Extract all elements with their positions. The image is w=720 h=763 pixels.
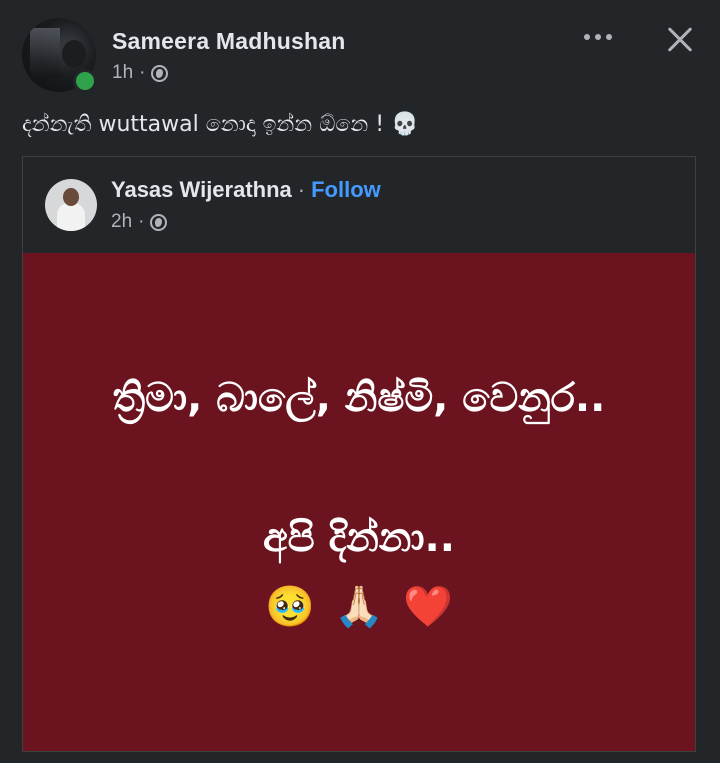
- meta-dot: ·: [139, 62, 146, 83]
- globe-icon[interactable]: [151, 64, 169, 82]
- more-options-button[interactable]: [578, 22, 618, 52]
- name-separator: ·: [297, 177, 306, 202]
- post-time[interactable]: 1h: [112, 62, 133, 84]
- post-caption: දන්නැති wuttawal නොදා ඉන්න ඕනෙ ! 💀: [22, 112, 418, 137]
- image-text-line-1: ත්‍රිමා, බාලේ, නිෂ්මි, වෙනුර..: [112, 375, 606, 421]
- shared-post-meta: 2h ·: [111, 211, 168, 233]
- author-name[interactable]: Sameera Madhushan: [112, 28, 345, 55]
- avatar-background: [30, 28, 60, 78]
- more-dots-icon: [606, 34, 612, 40]
- folded-hands-emoji: 🙏🏻: [334, 585, 384, 629]
- skull-emoji: 💀: [391, 112, 419, 137]
- avatar-shirt: [57, 203, 85, 231]
- post-header: Sameera Madhushan 1h ·: [0, 0, 720, 100]
- online-status-dot: [73, 69, 97, 93]
- shared-post-time[interactable]: 2h: [111, 211, 132, 233]
- image-emoji-row: 🥹 🙏🏻 ❤️: [23, 583, 695, 630]
- shared-post-card[interactable]: Yasas Wijerathna · Follow 2h · ත්‍රිමා, …: [22, 156, 696, 752]
- post-image[interactable]: ත්‍රිමා, බාලේ, නිෂ්මි, වෙනුර.. අපි දින්න…: [23, 253, 695, 751]
- image-text-line-2: අපි දින්නා..: [263, 515, 455, 561]
- shared-post-header: Yasas Wijerathna · Follow 2h ·: [23, 157, 695, 251]
- follow-button[interactable]: Follow: [311, 177, 381, 203]
- shared-name-row: Yasas Wijerathna · Follow: [111, 177, 381, 203]
- shared-author-avatar[interactable]: [45, 179, 97, 231]
- shared-author-name[interactable]: Yasas Wijerathna: [111, 177, 292, 203]
- pleading-face-emoji: 🥹: [265, 585, 315, 629]
- avatar-figure: [62, 40, 86, 68]
- globe-icon[interactable]: [150, 213, 168, 231]
- more-dots-icon: [584, 34, 590, 40]
- close-icon[interactable]: [660, 20, 700, 60]
- post-meta: 1h ·: [112, 62, 169, 84]
- avatar-face: [63, 188, 79, 206]
- caption-text: දන්නැති wuttawal නොදා ඉන්න ඕනෙ !: [22, 112, 385, 137]
- meta-dot: ·: [138, 211, 145, 232]
- red-heart-emoji: ❤️: [403, 585, 453, 629]
- more-dots-icon: [595, 34, 601, 40]
